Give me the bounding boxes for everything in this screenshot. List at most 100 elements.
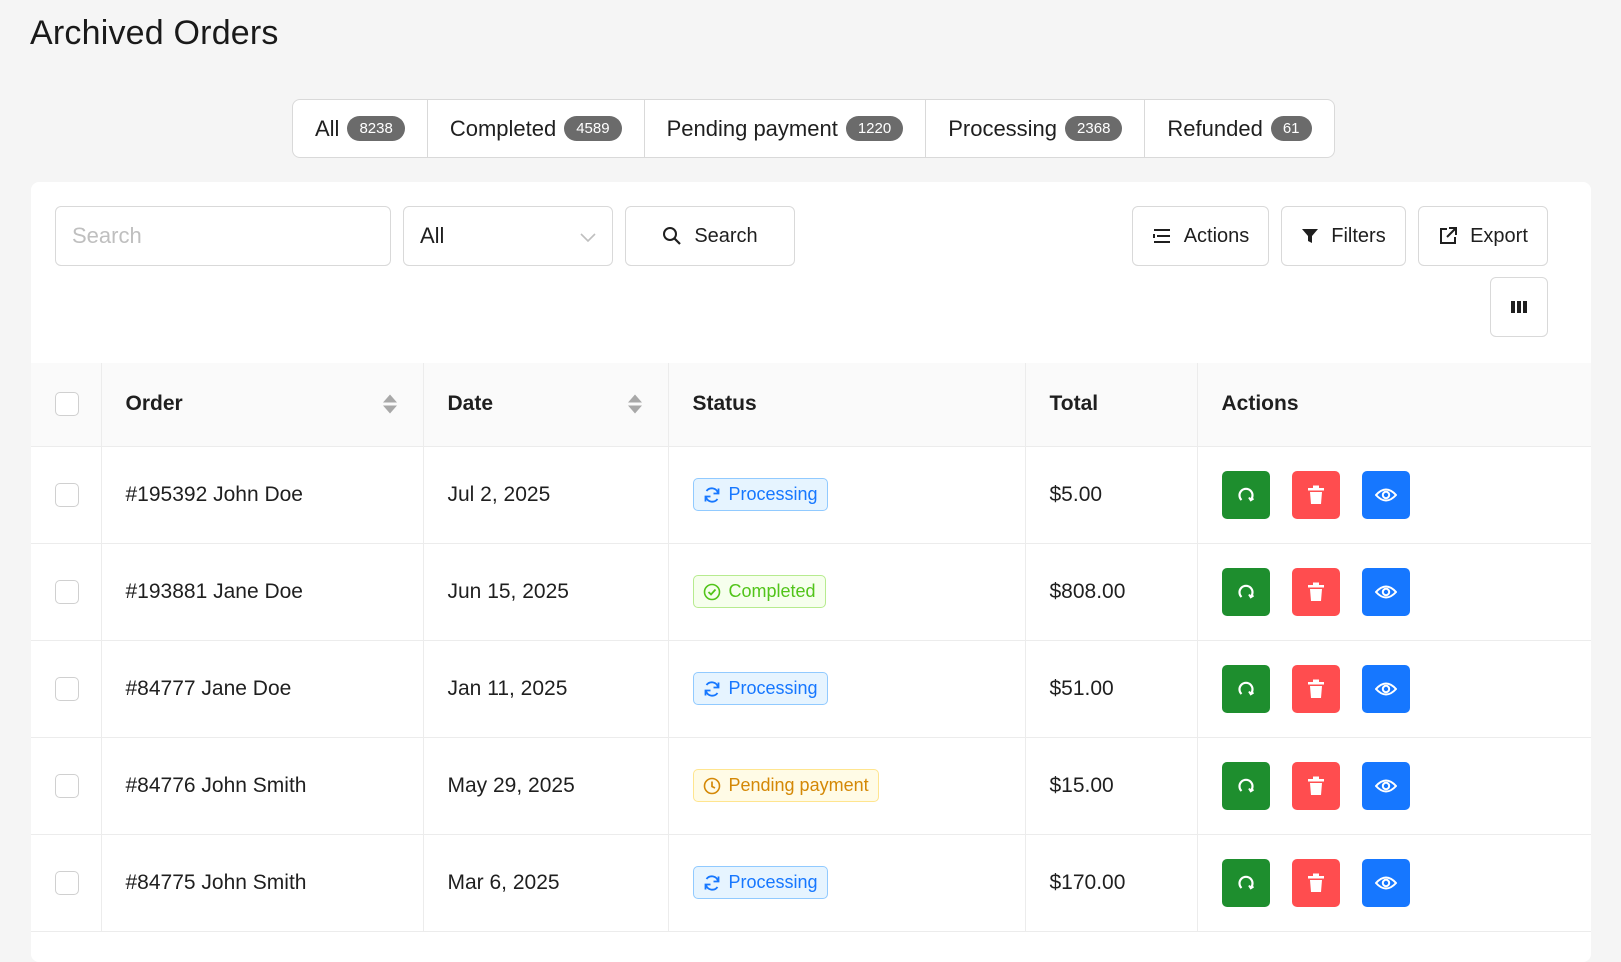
tab-label: Pending payment [666,115,838,141]
filter-icon [1301,227,1319,245]
order-cell[interactable]: #84777 Jane Doe [101,640,424,738]
sync-icon [704,680,719,697]
row-select-cell [31,640,102,738]
actions-button[interactable]: Actions [1132,206,1269,266]
tab-label: All [315,115,340,141]
sort-icon[interactable] [382,394,397,414]
columns-button[interactable] [1490,277,1548,337]
header-order[interactable]: Order [101,363,424,447]
row-checkbox[interactable] [55,482,79,507]
columns-icon [1510,299,1528,315]
view-button[interactable] [1361,761,1410,810]
header-order-label: Order [125,392,183,416]
check-circle-icon [703,583,720,600]
export-button-label: Export [1470,224,1528,247]
sync-icon [704,874,719,891]
view-button[interactable] [1361,470,1410,519]
delete-button[interactable] [1291,761,1340,810]
trash-icon [1307,679,1324,698]
table-row: #84775 John Smith Mar 6, 2025 Processing… [31,834,1591,932]
total-cell: $51.00 [1025,640,1198,738]
eye-icon [1374,488,1397,501]
actions-cell [1197,640,1591,738]
filter-select[interactable]: All [403,206,613,266]
delete-button[interactable] [1291,470,1340,519]
tab-completed[interactable]: Completed 4589 [428,100,645,157]
table-row: #193881 Jane Doe Jun 15, 2025 Completed … [31,543,1591,641]
delete-button[interactable] [1291,567,1340,616]
order-cell[interactable]: #84776 John Smith [101,737,424,835]
status-cell: Processing [668,834,1026,932]
search-button-label: Search [694,224,758,247]
restore-icon [1237,875,1254,890]
row-checkbox[interactable] [55,676,79,701]
trash-icon [1307,485,1324,504]
table-row: #84776 John Smith May 29, 2025 Pending p… [31,737,1591,835]
actions-cell [1197,737,1591,835]
trash-icon [1307,776,1324,795]
header-date-label: Date [447,392,494,416]
select-all-checkbox[interactable] [55,392,79,417]
header-total: Total [1025,363,1198,447]
export-button[interactable]: Export [1418,206,1548,266]
actions-button-label: Actions [1183,224,1250,247]
table-row: #84777 Jane Doe Jan 11, 2025 Processing … [31,640,1591,738]
status-cell: Processing [668,446,1026,544]
eye-icon [1374,682,1397,695]
tab-label: Completed [449,115,557,141]
header-date[interactable]: Date [423,363,669,447]
view-button[interactable] [1361,664,1410,713]
delete-button[interactable] [1291,858,1340,907]
restore-button[interactable] [1221,858,1270,907]
orders-table: Order Date Status Total Actions #195392 … [31,363,1591,932]
restore-button[interactable] [1221,470,1270,519]
delete-button[interactable] [1291,664,1340,713]
view-button[interactable] [1361,567,1410,616]
status-label: Processing [728,484,818,504]
row-checkbox[interactable] [55,579,79,604]
date-cell: Jan 11, 2025 [423,640,669,738]
order-cell[interactable]: #193881 Jane Doe [101,543,424,641]
tab-all[interactable]: All 8238 [293,100,428,157]
status-cell: Pending payment [668,737,1026,835]
filters-button-label: Filters [1331,224,1386,247]
row-checkbox[interactable] [55,773,79,798]
status-label: Pending payment [728,775,869,795]
status-label: Processing [728,872,818,892]
order-cell[interactable]: #84775 John Smith [101,834,424,932]
restore-button[interactable] [1221,761,1270,810]
row-checkbox[interactable] [55,870,79,895]
search-button[interactable]: Search [625,206,795,266]
tab-processing[interactable]: Processing 2368 [926,100,1146,157]
total-cell: $15.00 [1025,737,1198,835]
page-title: Archived Orders [30,14,279,52]
trash-icon [1307,873,1324,892]
sort-icon[interactable] [627,394,642,414]
view-button[interactable] [1361,858,1410,907]
order-cell[interactable]: #195392 John Doe [101,446,424,544]
date-cell: Mar 6, 2025 [423,834,669,932]
sync-icon [704,486,719,503]
restore-icon [1237,487,1254,502]
tab-refunded[interactable]: Refunded 61 [1145,100,1333,157]
total-cell: $808.00 [1025,543,1198,641]
total-cell: $170.00 [1025,834,1198,932]
filters-button[interactable]: Filters [1281,206,1406,266]
table-header-row: Order Date Status Total Actions [31,363,1591,447]
status-badge: Pending payment [692,769,879,802]
row-select-cell [31,446,102,544]
actions-cell [1197,543,1591,641]
tab-count-badge: 4589 [564,116,622,141]
status-cell: Processing [668,640,1026,738]
header-select-cell [31,363,102,447]
status-badge: Processing [692,478,828,511]
restore-button[interactable] [1221,664,1270,713]
header-actions: Actions [1197,363,1591,447]
tab-pending-payment[interactable]: Pending payment 1220 [645,100,927,157]
actions-cell [1197,834,1591,932]
restore-button[interactable] [1221,567,1270,616]
tab-count-badge: 61 [1270,116,1312,141]
export-icon [1438,226,1458,246]
table-row: #195392 John Doe Jul 2, 2025 Processing … [31,446,1591,544]
search-input[interactable] [55,206,391,266]
